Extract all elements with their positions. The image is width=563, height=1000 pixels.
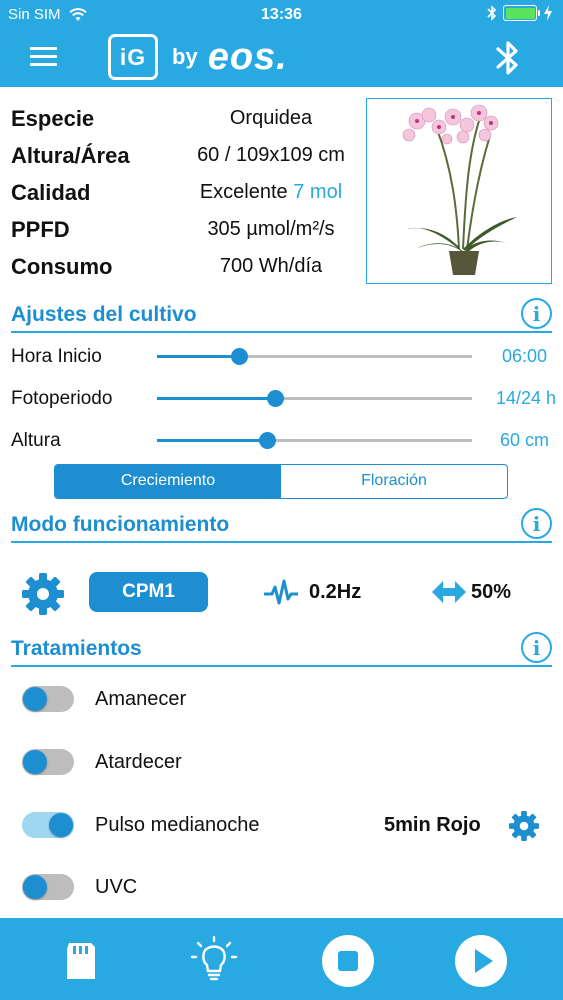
slider-label: Hora Inicio: [11, 346, 102, 367]
gear-icon[interactable]: [22, 573, 64, 615]
info-value: 305 µmol/m²/s: [207, 218, 335, 240]
slider-fotoperiodo[interactable]: Fotoperiodo 14/24 h: [11, 383, 556, 413]
toggle-switch[interactable]: [22, 874, 74, 900]
slider-track[interactable]: [157, 348, 472, 365]
bluetooth-status-icon: [487, 5, 497, 21]
gear-icon[interactable]: [509, 811, 539, 841]
status-bar: Sin SIM 13:36: [0, 4, 563, 26]
treatment-uvc: UVC: [0, 867, 563, 907]
info-icon[interactable]: i: [521, 298, 552, 329]
stop-icon: [338, 951, 358, 971]
slider-label: Altura: [11, 430, 61, 451]
info-row-consumo: Consumo 700 Wh/día: [11, 250, 361, 280]
treatment-label: Atardecer: [95, 751, 182, 773]
toggle-switch[interactable]: [22, 686, 74, 712]
info-label: Especie: [11, 106, 95, 131]
slider-fill: [157, 397, 276, 400]
info-row-calidad: Calidad Excelente 7 mol: [11, 176, 361, 206]
slider-fill: [157, 355, 239, 358]
status-right: [487, 5, 553, 21]
menu-icon[interactable]: [30, 47, 57, 67]
plant-photo[interactable]: [366, 98, 552, 284]
treatment-label: Pulso medianoche: [95, 814, 260, 836]
treatment-atardecer: Atardecer: [0, 742, 563, 782]
info-value: Excelente 7 mol: [171, 181, 371, 204]
segment-crecimiento[interactable]: Creciemiento: [55, 465, 281, 498]
slider-hora-inicio[interactable]: Hora Inicio 06:00: [11, 341, 556, 371]
info-row-altura: Altura/Área 60 / 109x109 cm: [11, 139, 361, 169]
slider-label: Fotoperiodo: [11, 388, 113, 409]
app-logo: iG by eos.: [108, 34, 288, 80]
info-label: Altura/Área: [11, 143, 130, 168]
duty-value: 50%: [471, 581, 512, 603]
info-icon[interactable]: i: [521, 508, 552, 539]
segment-floracion[interactable]: Floración: [281, 465, 507, 498]
info-row-ppfd: PPFD 305 µmol/m²/s: [11, 213, 361, 243]
section-tratamientos: Tratamientos i: [11, 631, 552, 667]
sd-card-icon[interactable]: [55, 935, 107, 987]
slider-value: 06:00: [501, 346, 547, 366]
slider-track[interactable]: [157, 432, 472, 449]
logo-eos: eos.: [207, 35, 288, 78]
info-label: Calidad: [11, 180, 91, 205]
section-modo: Modo funcionamiento i: [11, 507, 552, 543]
bulb-icon[interactable]: [188, 935, 240, 987]
toggle-switch[interactable]: [22, 749, 74, 775]
mode-row: CPM1 0.2Hz 50%: [0, 565, 563, 621]
info-value: Orquidea: [229, 107, 313, 129]
logo-ig: iG: [108, 34, 158, 80]
slider-value: 14/24 h: [495, 388, 556, 408]
slider-track[interactable]: [157, 390, 472, 407]
bottom-toolbar: [0, 918, 563, 1000]
info-label: PPFD: [11, 217, 70, 242]
phase-segmented-control: Creciemiento Floración: [54, 464, 508, 499]
logo-by: by: [172, 44, 198, 69]
treatment-label: UVC: [95, 876, 138, 898]
treatment-pulso: Pulso medianoche 5min Rojo: [0, 805, 563, 845]
horizontal-arrows-icon: [432, 581, 466, 603]
status-time: 13:36: [261, 6, 302, 23]
section-ajustes: Ajustes del cultivo i: [11, 297, 552, 333]
quality-dli: 7 mol: [293, 181, 343, 203]
section-title: Tratamientos: [11, 637, 142, 660]
nav-bar: iG by eos.: [0, 30, 563, 86]
slider-thumb[interactable]: [259, 432, 277, 449]
play-button[interactable]: [455, 935, 507, 987]
treatment-label: Amanecer: [95, 688, 187, 710]
slider-altura[interactable]: Altura 60 cm: [11, 425, 556, 455]
info-value: 700 Wh/día: [219, 255, 323, 277]
frequency-value: 0.2Hz: [309, 581, 362, 603]
section-title: Modo funcionamiento: [11, 513, 230, 536]
info-row-especie: Especie Orquidea: [11, 102, 361, 132]
waveform-icon: [264, 579, 298, 605]
battery-icon: [503, 5, 540, 21]
slider-thumb[interactable]: [230, 348, 248, 365]
toggle-switch[interactable]: [22, 812, 74, 838]
play-icon: [475, 949, 493, 973]
quality-text: Excelente: [199, 181, 288, 203]
app-header: Sin SIM 13:36 iG by eos.: [0, 0, 563, 87]
charging-icon: [544, 5, 552, 21]
section-title: Ajustes del cultivo: [11, 303, 197, 326]
slider-fill: [157, 439, 268, 442]
info-label: Consumo: [11, 254, 113, 279]
stop-button[interactable]: [322, 935, 374, 987]
slider-thumb[interactable]: [267, 390, 285, 407]
treatment-detail: 5min Rojo: [384, 814, 481, 836]
mode-button[interactable]: CPM1: [89, 572, 208, 612]
orchid-image: [402, 104, 517, 275]
info-icon[interactable]: i: [521, 632, 552, 663]
treatment-amanecer: Amanecer: [0, 679, 563, 719]
bluetooth-icon[interactable]: [495, 40, 521, 76]
slider-value: 60 cm: [499, 430, 549, 450]
info-value: 60 / 109x109 cm: [197, 144, 345, 166]
